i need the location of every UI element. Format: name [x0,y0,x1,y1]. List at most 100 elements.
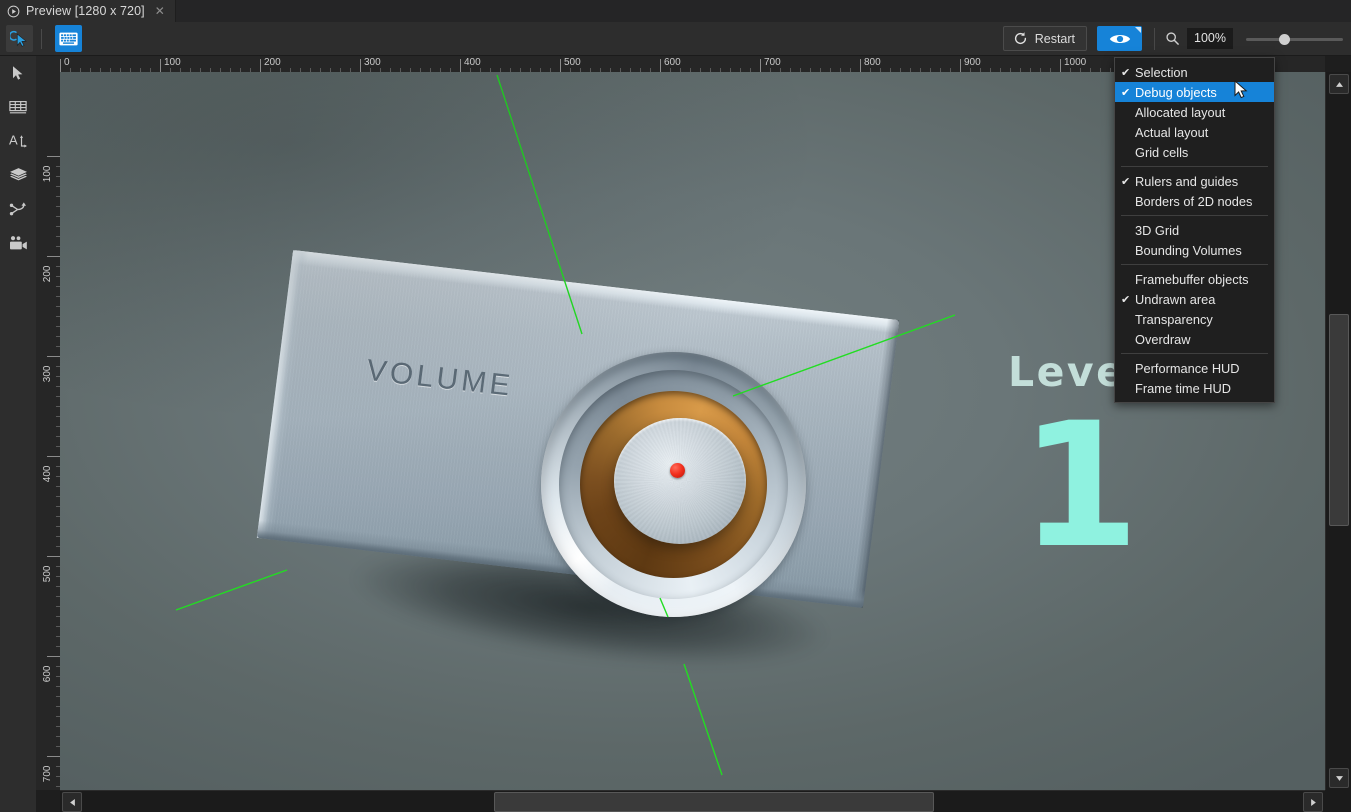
ruler-tick-major [560,59,561,72]
zoom-slider-thumb[interactable] [1279,34,1290,45]
ruler-tick-major [47,756,60,757]
keyboard-icon [59,32,78,46]
svg-text:A: A [9,133,18,148]
ruler-label: 1000 [1064,57,1086,68]
menu-item-label: Borders of 2D nodes [1135,194,1252,209]
ruler-tick-major [47,656,60,657]
sidebar-item-table[interactable] [0,90,36,124]
menu-item-label: Transparency [1135,312,1213,327]
sidebar-item-text[interactable]: A [0,124,36,158]
ruler-label: 900 [964,57,981,68]
scroll-up-button[interactable] [1329,74,1349,94]
toolbar-divider-2 [1154,28,1155,50]
ruler-tick-major [360,59,361,72]
horizontal-scrollbar[interactable] [60,790,1325,812]
sidebar-item-camera[interactable] [0,226,36,260]
table-icon [9,99,27,115]
menu-item[interactable]: ✔Debug objects [1115,82,1274,102]
horizontal-scroll-thumb[interactable] [494,792,934,812]
tab-title: Preview [1280 x 720] [26,4,145,18]
keyboard-tool-button[interactable] [55,25,82,52]
ruler-tick-major [60,59,61,72]
camera-icon [9,235,28,252]
ruler-label: 200 [43,266,54,283]
vertical-ruler[interactable]: 100 200 300 400 500 600 700 [36,72,60,790]
menu-item[interactable]: Borders of 2D nodes [1115,191,1274,211]
ruler-label: 0 [64,57,70,68]
menu-item[interactable]: Bounding Volumes [1115,240,1274,260]
ruler-label: 600 [43,666,54,683]
menu-item[interactable]: Actual layout [1115,122,1274,142]
ruler-label: 700 [764,57,781,68]
ruler-tick-major [47,156,60,157]
debug-view-button[interactable] [1097,26,1142,51]
ruler-label: 100 [43,166,54,183]
menu-item-label: Bounding Volumes [1135,243,1242,258]
debug-line [497,75,582,334]
ruler-label: 600 [664,57,681,68]
menu-item[interactable]: Overdraw [1115,329,1274,349]
sidebar-item-select[interactable] [0,56,36,90]
scroll-left-button[interactable] [62,792,82,812]
menu-item-label: Actual layout [1135,125,1208,140]
toolbar-divider [41,29,42,49]
menu-item[interactable]: Grid cells [1115,142,1274,162]
mouse-cursor-icon [1234,80,1250,102]
zoom-control: 100% [1165,28,1343,49]
hud-level-value: 1 [1020,404,1140,567]
ruler-tick-major [1060,59,1061,72]
sidebar-item-layers[interactable] [0,158,36,192]
ruler-tick-major [160,59,161,72]
ruler-label: 300 [43,366,54,383]
ruler-label: 400 [43,466,54,483]
chevron-right-icon [1310,798,1317,807]
menu-item[interactable]: Allocated layout [1115,102,1274,122]
menu-item-label: 3D Grid [1135,223,1179,238]
debug-view-menu[interactable]: ✔Selection✔Debug objects Allocated layout… [1114,57,1275,403]
ruler-tick-major [47,456,60,457]
zoom-value[interactable]: 100% [1187,28,1233,49]
ruler-label: 700 [43,766,54,783]
sidebar-item-nodes[interactable] [0,192,36,226]
menu-item-label: Undrawn area [1135,292,1215,307]
play-circle-icon [7,5,20,18]
menu-item[interactable]: ✔Rulers and guides [1115,171,1274,191]
eye-icon [1109,32,1131,46]
menu-item-label: Frame time HUD [1135,381,1231,396]
node-graph-icon [9,201,28,218]
refresh-icon [1013,31,1028,46]
magnifier-icon[interactable] [1165,31,1180,46]
menu-item-label: Selection [1135,65,1188,80]
ruler-tick-major [47,556,60,557]
menu-item-label: Allocated layout [1135,105,1225,120]
tab-bar-filler [176,0,1351,22]
menu-item[interactable]: ✔Undrawn area [1115,289,1274,309]
ruler-tick-major [260,59,261,72]
menu-item[interactable]: 3D Grid [1115,220,1274,240]
ruler-label: 400 [464,57,481,68]
ruler-label: 100 [164,57,181,68]
scroll-down-button[interactable] [1329,768,1349,788]
close-icon[interactable]: ✕ [153,4,167,18]
menu-separator [1121,166,1268,167]
vertical-scroll-thumb[interactable] [1329,314,1349,526]
tab-preview[interactable]: Preview [1280 x 720] ✕ [0,0,176,22]
ruler-tick-major [960,59,961,72]
menu-item[interactable]: ✔Selection [1115,62,1274,82]
debug-line [733,315,955,396]
pointer-tool-button[interactable] [6,25,33,52]
chevron-down-icon [1335,775,1344,782]
menu-item[interactable]: Performance HUD [1115,358,1274,378]
ruler-label: 500 [43,566,54,583]
scroll-right-button[interactable] [1303,792,1323,812]
menu-item[interactable]: Frame time HUD [1115,378,1274,398]
menu-item[interactable]: Transparency [1115,309,1274,329]
menu-item[interactable]: Framebuffer objects [1115,269,1274,289]
zoom-slider[interactable] [1246,31,1343,47]
vertical-scrollbar[interactable] [1325,72,1351,790]
debug-line [660,598,668,617]
ruler-tick-major [47,356,60,357]
restart-button[interactable]: Restart [1003,26,1087,51]
arrow-pointer-icon [10,65,26,81]
ruler-label: 200 [264,57,281,68]
